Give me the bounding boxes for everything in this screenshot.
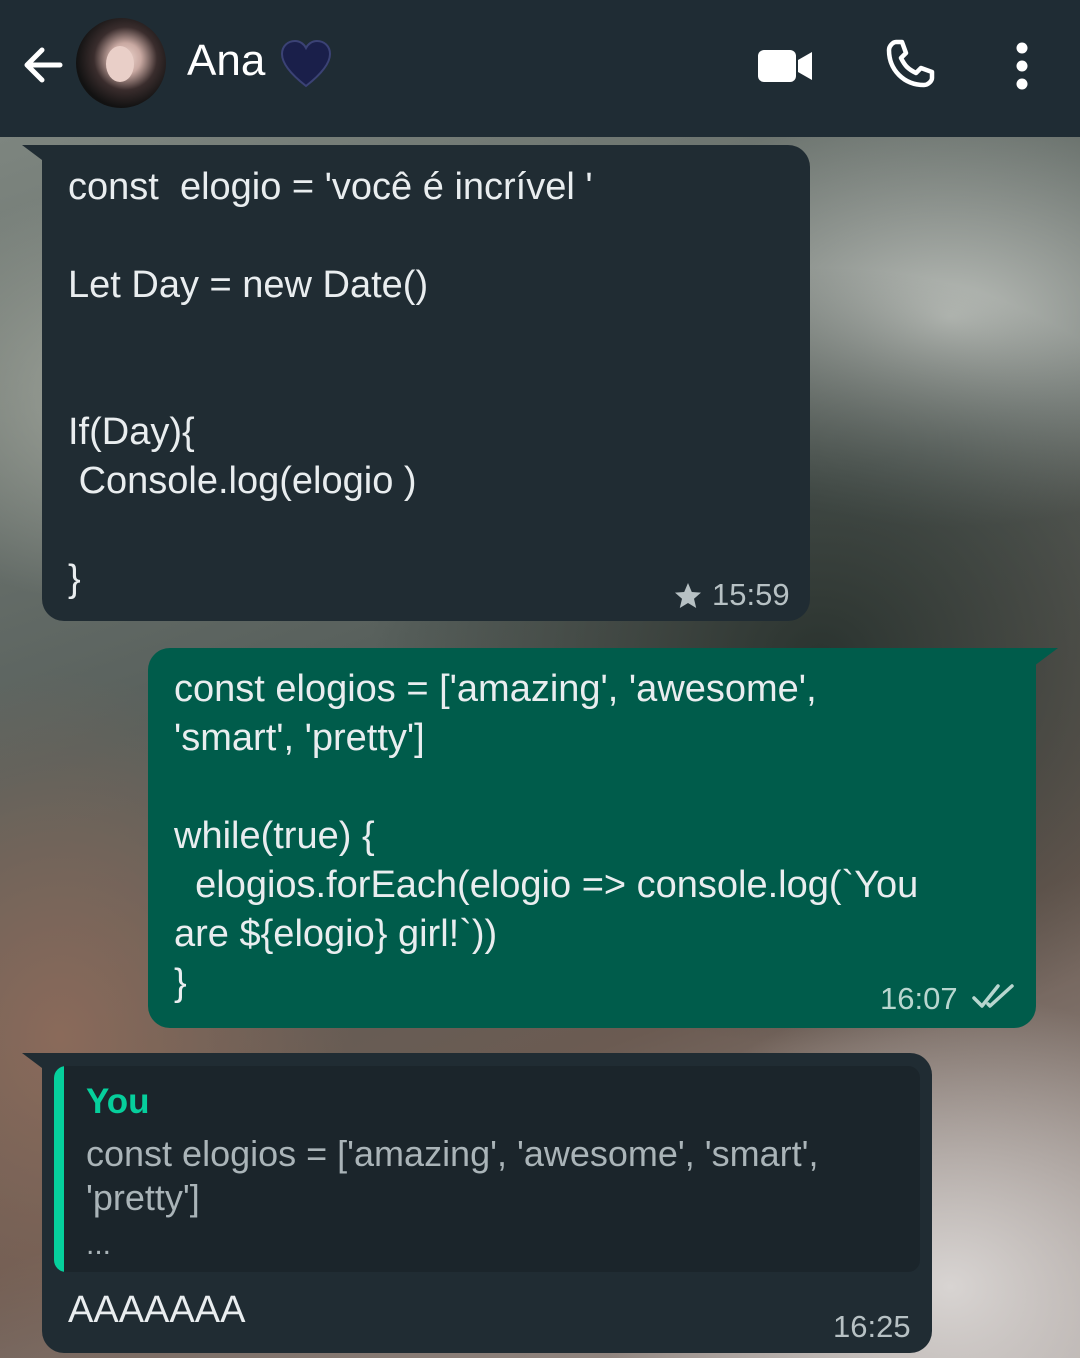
- star-icon: [675, 583, 701, 608]
- message-time: 15:59: [712, 577, 790, 612]
- back-arrow-icon[interactable]: [20, 42, 66, 88]
- quote-accent-bar: [54, 1066, 64, 1272]
- message-time: 16:25: [833, 1309, 911, 1344]
- message-bubble-outgoing[interactable]: const elogios = ['amazing', 'awesome', '…: [148, 648, 1036, 1028]
- video-call-icon[interactable]: [756, 46, 814, 86]
- contact-name[interactable]: Ana: [187, 36, 265, 86]
- message-text: AAAAAAA: [68, 1289, 246, 1331]
- read-receipt-icon: [972, 984, 1014, 1008]
- message-bubble-incoming[interactable]: const elogio = 'você é incrível ' Let Da…: [42, 145, 810, 621]
- quoted-author: You: [86, 1082, 150, 1121]
- quoted-message[interactable]: You const elogios = ['amazing', 'awesome…: [54, 1066, 920, 1272]
- quoted-text: const elogios = ['amazing', 'awesome', '…: [86, 1133, 819, 1218]
- voice-call-icon[interactable]: [884, 38, 936, 90]
- avatar[interactable]: [76, 18, 166, 108]
- quoted-more: ...: [86, 1228, 112, 1261]
- more-options-icon[interactable]: [1008, 40, 1036, 92]
- chat-header: Ana: [0, 0, 1080, 137]
- message-text: const elogio = 'você é incrível ' Let Da…: [68, 166, 593, 600]
- heart-icon: [280, 40, 332, 88]
- message-text: const elogios = ['amazing', 'awesome', '…: [174, 668, 919, 1004]
- message-time: 16:07: [880, 981, 958, 1016]
